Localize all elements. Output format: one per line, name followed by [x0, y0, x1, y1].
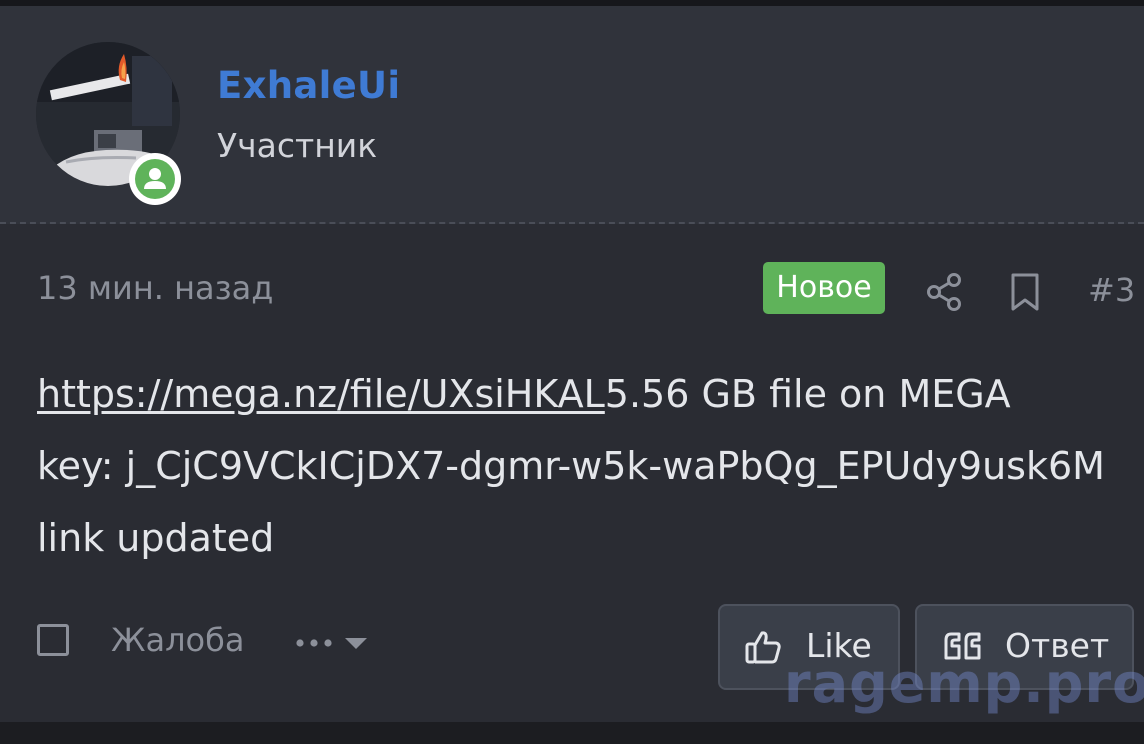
- thumbs-up-icon: [744, 628, 782, 674]
- share-icon[interactable]: [925, 272, 963, 316]
- watermark: ragemp.pro: [784, 652, 1144, 715]
- ellipsis-chevron-icon: [296, 638, 367, 649]
- select-post-checkbox[interactable]: [37, 624, 69, 656]
- user-status-icon: [135, 159, 175, 199]
- post-user-header: ExhaleUi Участник: [0, 6, 1144, 224]
- more-options-menu[interactable]: [296, 628, 372, 658]
- post-number-link[interactable]: #3: [1088, 271, 1135, 309]
- update-note: link updated: [37, 516, 275, 560]
- new-badge: Новое: [763, 262, 885, 314]
- user-title: Участник: [217, 126, 378, 165]
- post-body: https://mega.nz/file/UXsiHKAL5.56 GB fil…: [37, 358, 1137, 574]
- bottom-bar: [0, 722, 1144, 744]
- mega-link[interactable]: https://mega.nz/file/UXsiHKAL: [37, 372, 605, 416]
- online-status-badge: [129, 153, 181, 205]
- post-timestamp[interactable]: 13 мин. назад: [37, 269, 273, 307]
- bookmark-icon[interactable]: [1009, 272, 1041, 316]
- key-line: key: j_CjC9VCkICjDX7-dgmr-w5k-waPbQg_EPU…: [37, 444, 1105, 488]
- forum-post: ExhaleUi Участник 13 мин. назад Новое #3…: [0, 6, 1144, 722]
- report-link[interactable]: Жалоба: [111, 621, 244, 659]
- link-line: https://mega.nz/file/UXsiHKAL5.56 GB fil…: [37, 358, 1137, 430]
- username-link[interactable]: ExhaleUi: [217, 64, 400, 107]
- link-description: 5.56 GB file on MEGA: [604, 372, 1011, 416]
